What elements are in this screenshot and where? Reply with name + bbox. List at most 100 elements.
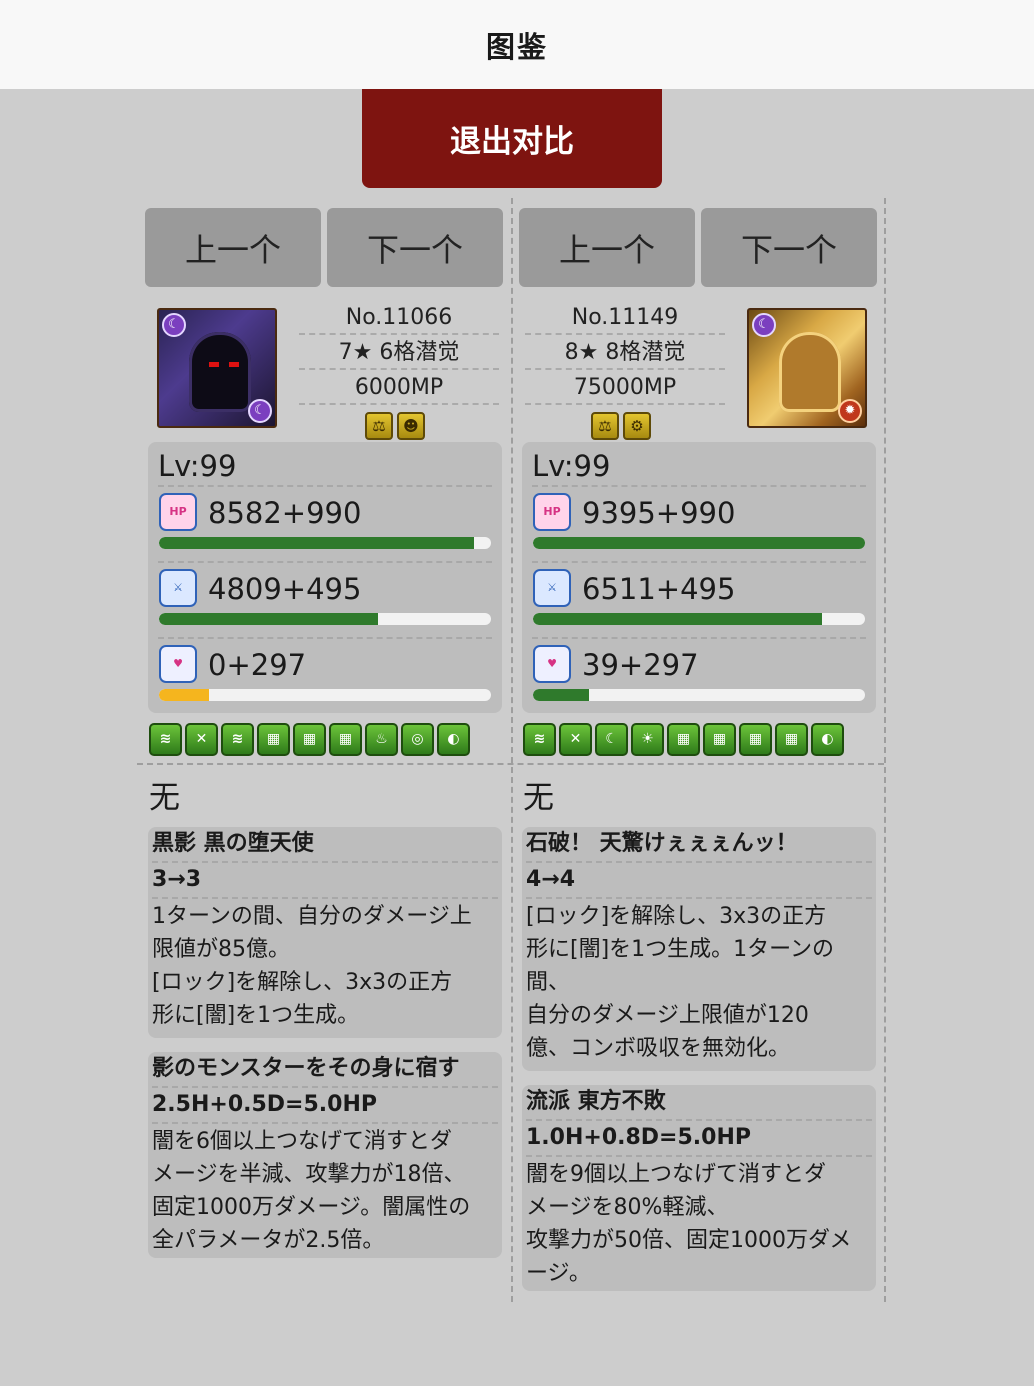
active-skill-description: [ロック]を解除し、3x3の正方 形に[闇]を1つ生成。1ターンの 間、 自分の… (526, 904, 835, 1061)
sun-icon[interactable]: ☀ (631, 723, 664, 756)
attack-icon: ⚔ (159, 569, 197, 607)
balance-type-icon: ⚖ (365, 412, 393, 440)
combo-orb-icon[interactable]: ▦ (739, 723, 772, 756)
active-skill-cooldown: 4→4 (526, 863, 872, 899)
right-monster-panel: 上一个 下一个 No.11149 8★ 8格潜觉 75000MP ⚖ ⚙ ☾ ✹… (511, 0, 883, 1386)
swirl-icon[interactable]: ◎ (401, 723, 434, 756)
atk-value: 6511+495 (582, 572, 736, 606)
blind-resist-icon[interactable]: ◐ (437, 723, 470, 756)
monster-rarity: 8★ 8格潜觉 (525, 335, 725, 370)
left-leader-skill: 影のモンスターをその身に宿す 2.5H+0.5D=5.0HP 闇を6個以上つなげ… (148, 1052, 502, 1258)
monster-figure (189, 332, 251, 412)
right-type-badges: ⚖ ⚙ (591, 412, 651, 440)
hp-value: 8582+990 (208, 496, 362, 530)
hp-icon: HP (533, 493, 571, 531)
recover-icon: ♥ (159, 645, 197, 683)
hp-bar (533, 537, 865, 549)
machine-type-icon: ⚙ (623, 412, 651, 440)
demon-type-icon: ☻ (397, 412, 425, 440)
active-skill-cooldown: 3→3 (152, 863, 498, 899)
skill-boost-plus-icon[interactable]: ≋ (221, 723, 254, 756)
left-active-skill: 黒影 黒の堕天使 3→3 1ターンの間、自分のダメージ上 限値が85億。 [ロッ… (148, 827, 502, 1038)
right-stats-card: Lv:99 HP 9395+990 ⚔ 6511+495 ♥ 39+297 (522, 442, 876, 713)
level-text: Lv:99 (158, 442, 492, 487)
left-awakenings: ≋ ✕ ≋ ▦ ▦ ▦ ♨ ◎ ◐ (149, 723, 470, 756)
hp-icon: HP (159, 493, 197, 531)
hp-bar-fill (533, 537, 865, 549)
active-skill-name: 石破！ 天驚けぇぇぇんッ！ (526, 827, 872, 863)
leader-skill-multiplier: 2.5H+0.5D=5.0HP (152, 1088, 498, 1124)
skill-boost-icon[interactable]: ≋ (523, 723, 556, 756)
rcv-bar-fill (533, 689, 590, 701)
hp-bar-fill (159, 537, 475, 549)
left-monster-panel: 上一个 下一个 ☾ ☾ No.11066 7★ 6格潜觉 6000MP ⚖ ☻ … (137, 0, 509, 1386)
combo-orb-icon[interactable]: ▦ (667, 723, 700, 756)
attack-icon: ⚔ (533, 569, 571, 607)
combo-orb-icon[interactable]: ▦ (329, 723, 362, 756)
level-text: Lv:99 (532, 442, 866, 487)
right-none-text: 无 (523, 780, 554, 816)
right-next-button[interactable]: 下一个 (701, 208, 877, 287)
left-prev-button[interactable]: 上一个 (145, 208, 321, 287)
rcv-stat: ♥ 0+297 (158, 639, 492, 715)
hp-bar (159, 537, 491, 549)
leader-skill-name: 流派 東方不敗 (526, 1085, 872, 1121)
combo-orb-icon[interactable]: ▦ (703, 723, 736, 756)
right-edge-divider (884, 198, 886, 1302)
leader-skill-description: 闇を6個以上つなげて消すとダ メージを半減、攻撃力が18倍、 固定1000万ダメ… (152, 1129, 471, 1253)
left-type-badges: ⚖ ☻ (365, 412, 425, 440)
rcv-bar (159, 689, 491, 701)
atk-stat: ⚔ 6511+495 (532, 563, 866, 639)
combo-orb-icon[interactable]: ▦ (775, 723, 808, 756)
monster-figure (779, 332, 841, 412)
monster-mp: 75000MP (525, 370, 725, 405)
leader-skill-multiplier: 1.0H+0.8D=5.0HP (526, 1121, 872, 1157)
right-leader-skill: 流派 東方不敗 1.0H+0.8D=5.0HP 闇を9個以上つなげて消すとダ メ… (522, 1085, 876, 1291)
active-skill-name: 黒影 黒の堕天使 (152, 827, 498, 863)
fire-sub-attribute-icon: ✹ (838, 399, 862, 423)
eye-mark (209, 362, 219, 367)
combo-orb-icon[interactable]: ▦ (257, 723, 290, 756)
hp-value: 9395+990 (582, 496, 736, 530)
dark-attribute-icon: ☾ (752, 313, 776, 337)
left-monster-info: No.11066 7★ 6格潜觉 6000MP (299, 300, 499, 405)
left-monster-portrait[interactable]: ☾ ☾ (157, 308, 277, 428)
left-none-text: 无 (149, 780, 180, 816)
atk-value: 4809+495 (208, 572, 362, 606)
active-skill-description: 1ターンの間、自分のダメージ上 限値が85億。 [ロック]を解除し、3x3の正方… (152, 904, 472, 1028)
eye-mark (229, 362, 239, 367)
skill-boost-icon[interactable]: ≋ (149, 723, 182, 756)
monster-rarity: 7★ 6格潜觉 (299, 335, 499, 370)
jammer-resist-icon[interactable]: ✕ (559, 723, 592, 756)
blind-resist-icon[interactable]: ◐ (811, 723, 844, 756)
jammer-resist-icon[interactable]: ✕ (185, 723, 218, 756)
recover-icon: ♥ (533, 645, 571, 683)
rcv-bar-fill (159, 689, 209, 701)
atk-stat: ⚔ 4809+495 (158, 563, 492, 639)
right-monster-portrait[interactable]: ☾ ✹ (747, 308, 867, 428)
dark-orb-icon[interactable]: ☾ (595, 723, 628, 756)
rcv-value: 0+297 (208, 648, 307, 682)
atk-bar-fill (533, 613, 822, 625)
combo-orb-icon[interactable]: ▦ (293, 723, 326, 756)
leader-skill-description: 闇を9個以上つなげて消すとダ メージを80%軽減、 攻撃力が50倍、固定1000… (526, 1162, 852, 1286)
left-next-button[interactable]: 下一个 (327, 208, 503, 287)
dark-attribute-icon: ☾ (162, 313, 186, 337)
rcv-bar (533, 689, 865, 701)
atk-bar (533, 613, 865, 625)
rcv-value: 39+297 (582, 648, 699, 682)
right-prev-button[interactable]: 上一个 (519, 208, 695, 287)
right-awakenings: ≋ ✕ ☾ ☀ ▦ ▦ ▦ ▦ ◐ (523, 723, 844, 756)
rcv-stat: ♥ 39+297 (532, 639, 866, 715)
dark-sub-attribute-icon: ☾ (248, 399, 272, 423)
balance-type-icon: ⚖ (591, 412, 619, 440)
left-stats-card: Lv:99 HP 8582+990 ⚔ 4809+495 ♥ 0+297 (148, 442, 502, 713)
monster-number: No.11149 (525, 300, 725, 335)
atk-bar (159, 613, 491, 625)
right-monster-info: No.11149 8★ 8格潜觉 75000MP (525, 300, 725, 405)
atk-bar-fill (159, 613, 379, 625)
hp-up-icon[interactable]: ♨ (365, 723, 398, 756)
right-active-skill: 石破！ 天驚けぇぇぇんッ！ 4→4 [ロック]を解除し、3x3の正方 形に[闇]… (522, 827, 876, 1071)
hp-stat: HP 8582+990 (158, 487, 492, 563)
hp-stat: HP 9395+990 (532, 487, 866, 563)
